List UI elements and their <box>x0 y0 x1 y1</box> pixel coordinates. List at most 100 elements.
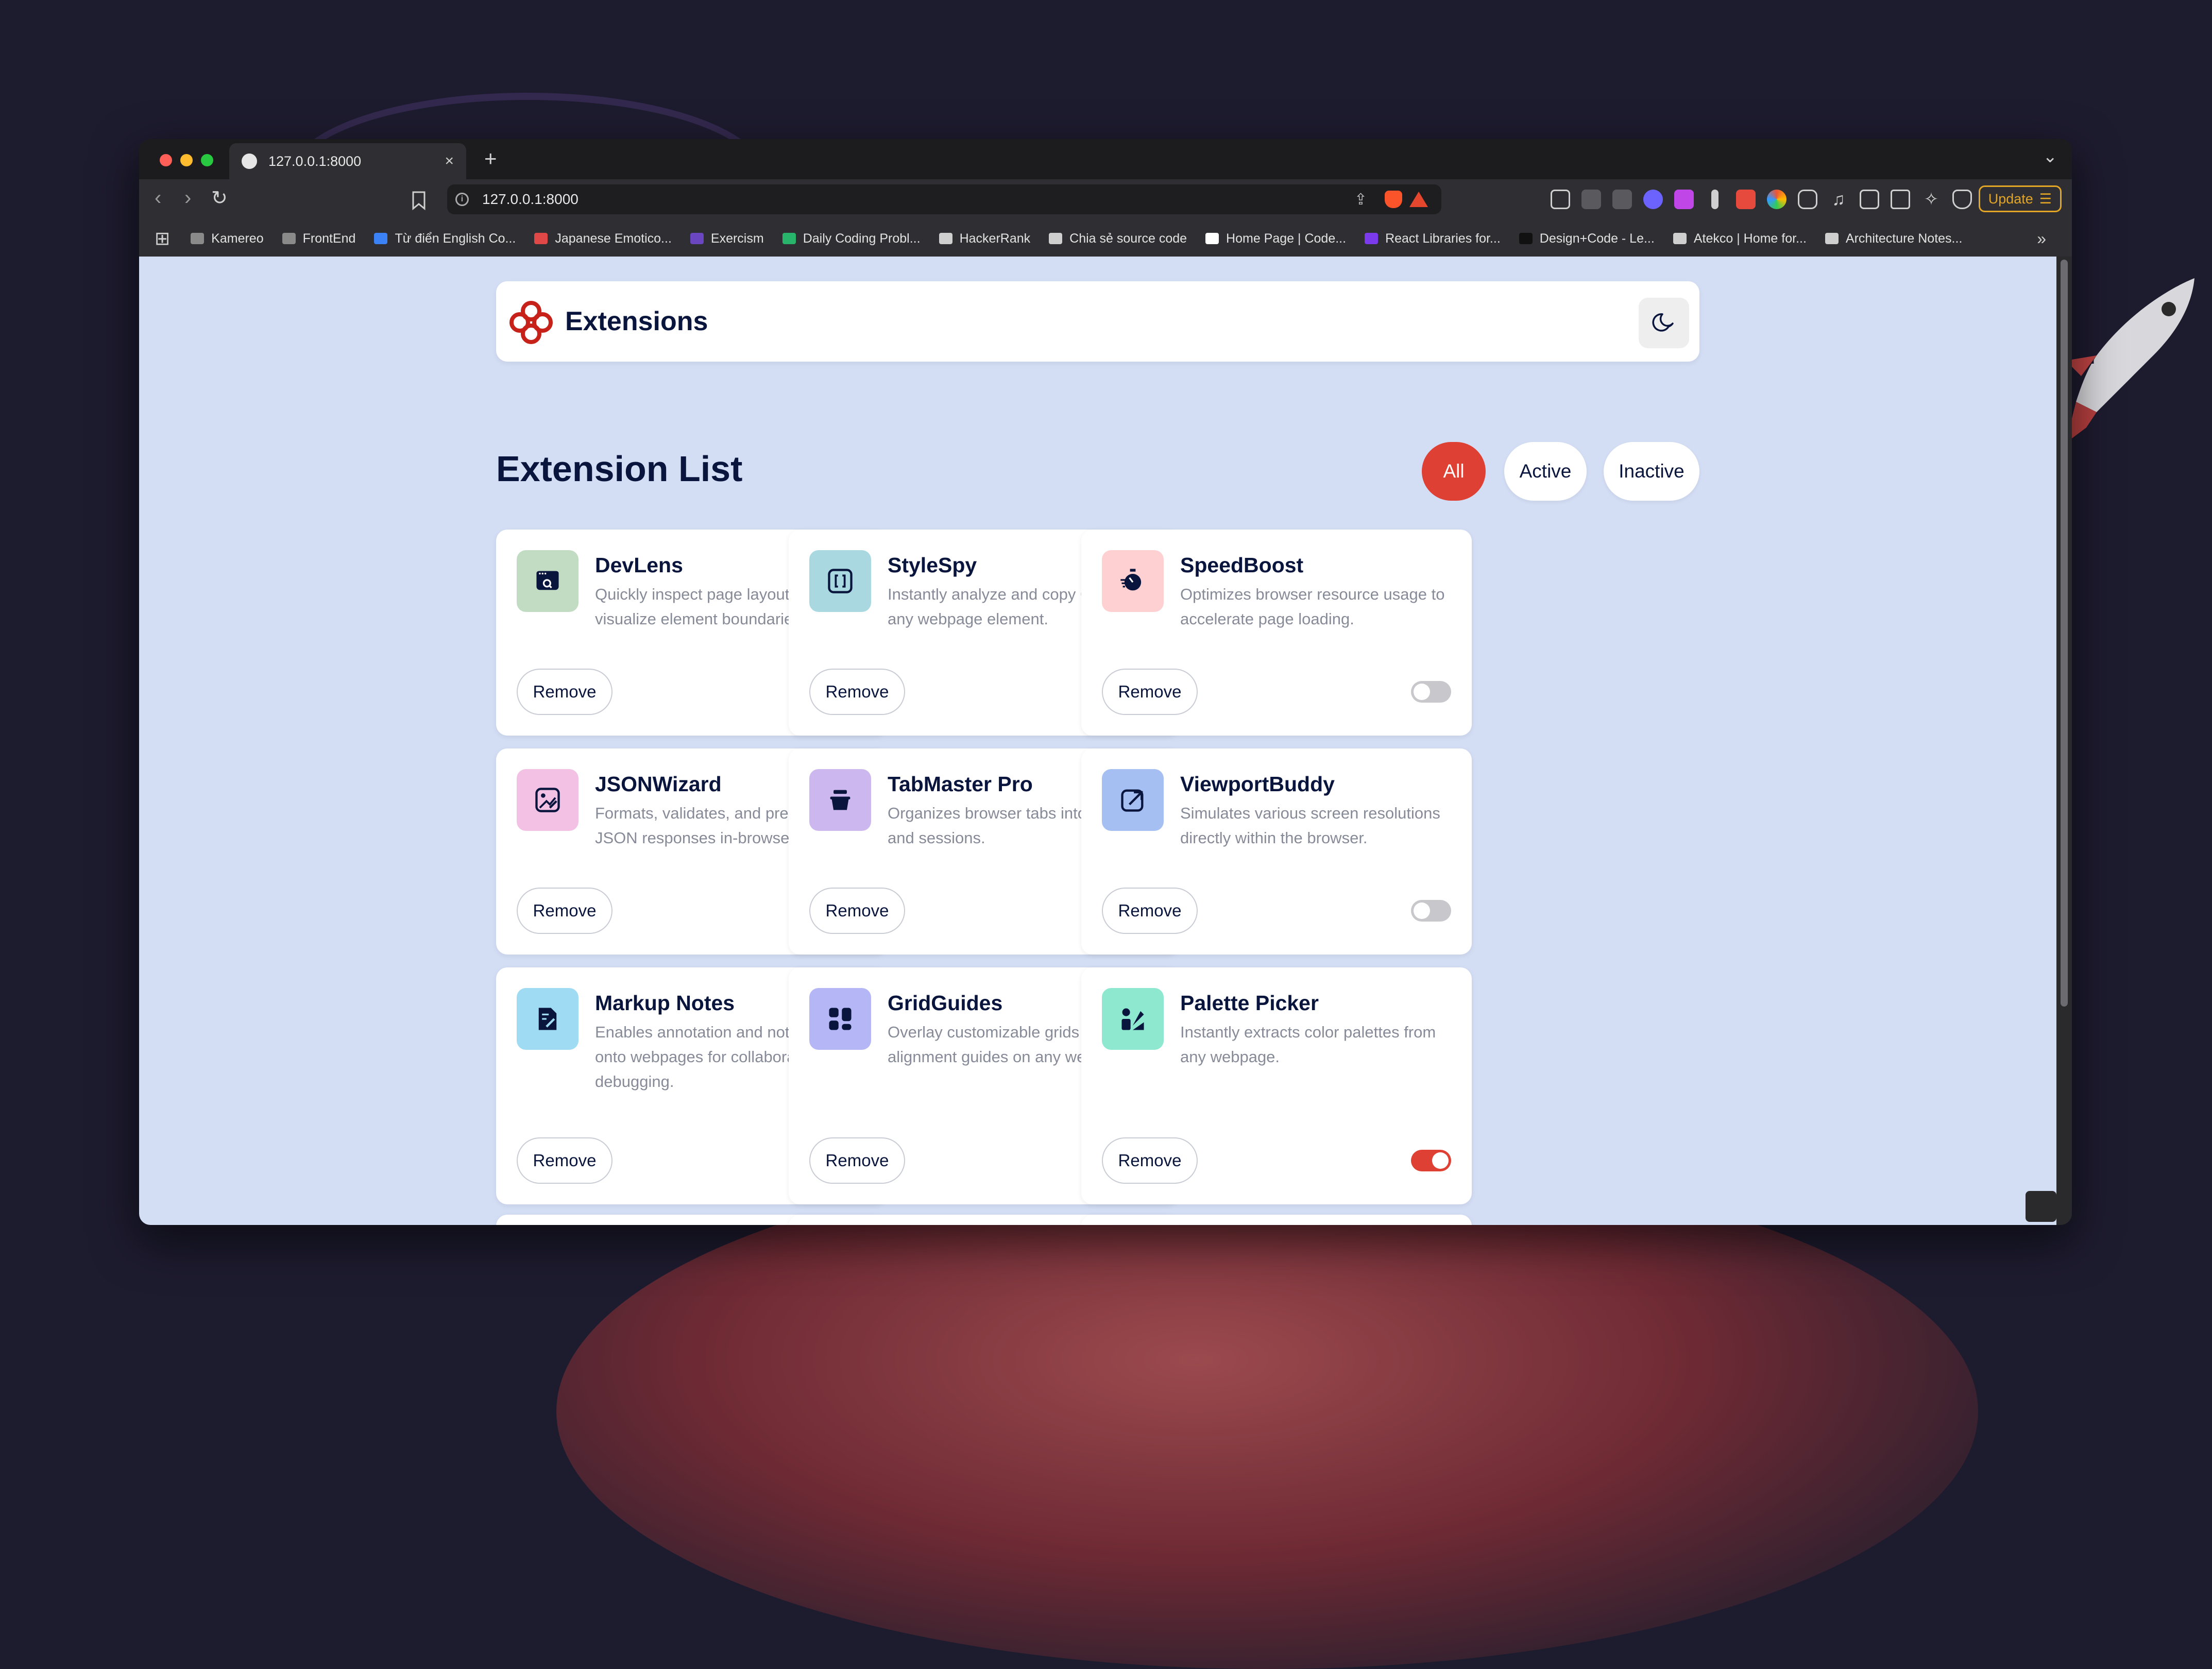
remove-button[interactable]: Remove <box>1102 888 1198 934</box>
move-ext-icon[interactable] <box>1612 190 1632 209</box>
rocket-ext-icon[interactable] <box>1581 190 1601 209</box>
filter-inactive-button[interactable]: Inactive <box>1604 442 1699 501</box>
extension-description: Optimizes browser resource usage to acce… <box>1180 585 1445 628</box>
image-edit-icon <box>517 769 578 831</box>
bookmark-item[interactable]: HackerRank <box>939 231 1031 246</box>
remove-button[interactable]: Remove <box>1102 669 1198 715</box>
bookmark-favicon-icon <box>282 233 296 244</box>
toggle-knob <box>1414 684 1430 700</box>
bookmarks-bar: ⊞ Kamereo FrontEnd Từ điển English Co... Ja… <box>139 220 2072 257</box>
bookmark-item[interactable]: Home Page | Code... <box>1205 231 1346 246</box>
ext-pink-icon[interactable] <box>1674 190 1694 209</box>
bookmark-item[interactable]: Chia sẻ source code <box>1049 231 1187 246</box>
zoom-window-button[interactable] <box>201 154 213 166</box>
ext-red-icon[interactable] <box>1736 190 1756 209</box>
remove-button[interactable]: Remove <box>809 1137 905 1184</box>
eyedropper-icon[interactable] <box>1711 190 1718 209</box>
active-toggle[interactable] <box>1411 1150 1451 1171</box>
external-link-icon <box>1102 769 1164 831</box>
url-text: 127.0.0.1:8000 <box>482 191 578 207</box>
tab-favicon-icon <box>242 154 257 169</box>
bookmark-item[interactable]: Design+Code - Le... <box>1519 231 1655 246</box>
tab-search-chevron-icon[interactable]: ⌄ <box>2043 146 2058 167</box>
browser-window: 127.0.0.1:8000 × + ⌄ ‹ › ↻ i 127.0.0.1:8… <box>139 139 2072 1225</box>
leo-ai-icon[interactable]: ✧ <box>1921 190 1941 209</box>
active-toggle[interactable] <box>1411 681 1451 703</box>
bookmark-item[interactable]: Architecture Notes... <box>1825 231 1962 246</box>
bookmark-item[interactable]: Kamereo <box>191 231 264 246</box>
sidebar-toggle-icon[interactable] <box>1860 190 1879 209</box>
apps-grid-icon[interactable]: ⊞ <box>155 228 170 249</box>
bookmark-favicon-icon <box>191 233 205 244</box>
extension-name: GridGuides <box>888 991 1003 1015</box>
bookmark-label: Atekco | Home for... <box>1693 231 1807 246</box>
wallet-icon[interactable] <box>1891 190 1910 209</box>
address-bar[interactable]: i 127.0.0.1:8000 ⇪ <box>447 184 1441 214</box>
music-icon[interactable]: ♫ <box>1829 190 1848 209</box>
extension-name: JSONWizard <box>595 772 722 796</box>
bookmark-label: Design+Code - Le... <box>1539 231 1655 246</box>
brave-shields-icon[interactable] <box>1385 191 1402 208</box>
menu-icon: ☰ <box>2039 191 2052 207</box>
sidebar-panel-icon[interactable] <box>1551 190 1570 209</box>
bookmark-item[interactable]: Atekco | Home for... <box>1673 231 1807 246</box>
filter-all-button[interactable]: All <box>1422 442 1486 501</box>
tab-close-icon[interactable]: × <box>445 152 454 170</box>
reload-icon[interactable]: ↻ <box>211 186 228 210</box>
code-brackets-icon <box>809 550 871 612</box>
share-icon[interactable]: ⇪ <box>1354 191 1367 209</box>
bookmark-favicon-icon <box>782 233 796 244</box>
color-wheel-icon[interactable] <box>1767 190 1786 209</box>
background-blob <box>556 1154 1978 1669</box>
bookmark-icon[interactable] <box>411 191 427 210</box>
tab-strip: 127.0.0.1:8000 × + ⌄ <box>139 139 2072 179</box>
minimize-window-button[interactable] <box>180 154 193 166</box>
bookmark-label: FrontEnd <box>302 231 356 246</box>
bookmark-label: Chia sẻ source code <box>1069 231 1187 246</box>
remove-button[interactable]: Remove <box>1102 1137 1198 1184</box>
back-icon[interactable]: ‹ <box>155 186 161 210</box>
browser-tab[interactable]: 127.0.0.1:8000 × <box>229 143 466 179</box>
bookmark-item[interactable]: Từ điển English Co... <box>374 231 516 246</box>
bookmark-item[interactable]: React Libraries for... <box>1365 231 1501 246</box>
bookmark-favicon-icon <box>1049 233 1063 244</box>
extension-name: StyleSpy <box>888 553 977 577</box>
active-toggle[interactable] <box>1411 900 1451 922</box>
bookmark-label: HackerRank <box>959 231 1031 246</box>
filter-active-button[interactable]: Active <box>1504 442 1587 501</box>
update-button[interactable]: Update ☰ <box>1978 185 2062 212</box>
remove-button[interactable]: Remove <box>809 669 905 715</box>
remove-button[interactable]: Remove <box>517 1137 612 1184</box>
bookmark-item[interactable]: Exercism <box>690 231 764 246</box>
puzzle-icon[interactable] <box>1798 190 1817 209</box>
bookmark-item[interactable]: FrontEnd <box>282 231 356 246</box>
palette-icon <box>1102 988 1164 1050</box>
bookmark-item[interactable]: Japanese Emotico... <box>534 231 672 246</box>
remove-button[interactable]: Remove <box>517 669 612 715</box>
vpn-shield-icon[interactable] <box>1952 190 1972 209</box>
rocket-illustration <box>2066 278 2194 443</box>
forward-icon[interactable]: › <box>184 186 191 210</box>
site-info-icon[interactable]: i <box>455 193 469 206</box>
extension-name: ViewportBuddy <box>1180 772 1335 796</box>
extension-card: ViewportBuddy Simulates various screen re… <box>1081 748 1472 955</box>
remove-button[interactable]: Remove <box>809 888 905 934</box>
bookmark-favicon-icon <box>1825 233 1839 244</box>
extension-card-partial <box>1081 1215 1472 1225</box>
bookmark-item[interactable]: Daily Coding Probl... <box>782 231 921 246</box>
devtools-search-icon <box>517 550 578 612</box>
new-tab-icon[interactable]: + <box>484 146 497 171</box>
scrollbar-thumb[interactable] <box>2061 260 2068 1007</box>
bookmarks-overflow-icon[interactable]: » <box>2037 229 2046 248</box>
debug-toolbar-icon[interactable] <box>2026 1191 2056 1222</box>
ext-purple-icon[interactable] <box>1643 190 1663 209</box>
page-content: Extensions Extension List All Active Ina… <box>139 257 2056 1225</box>
close-window-button[interactable] <box>160 154 172 166</box>
brave-rewards-icon[interactable] <box>1409 192 1428 207</box>
tab-title: 127.0.0.1:8000 <box>268 153 362 169</box>
moon-icon <box>1652 313 1674 332</box>
theme-toggle-button[interactable] <box>1639 298 1689 348</box>
remove-button[interactable]: Remove <box>517 888 612 934</box>
toggle-knob <box>1414 902 1430 919</box>
app-header: Extensions <box>496 281 1699 362</box>
